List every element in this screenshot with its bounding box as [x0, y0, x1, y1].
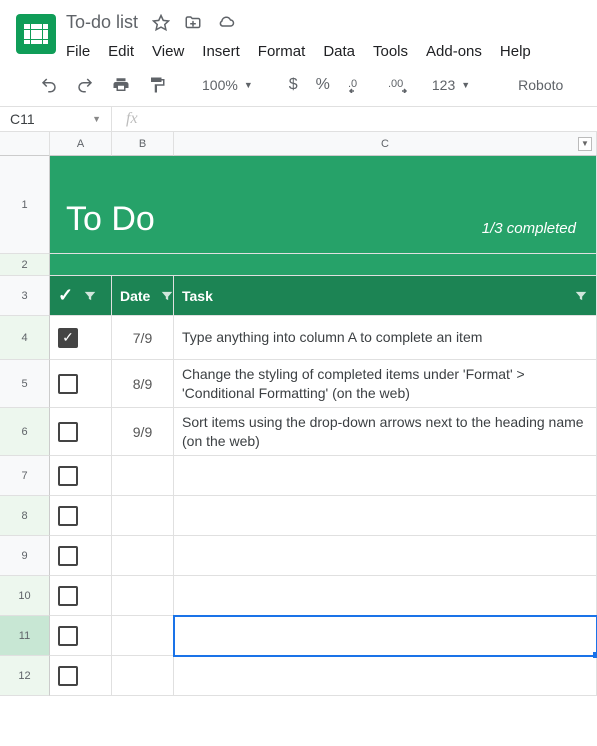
select-all-corner[interactable]	[0, 132, 50, 156]
col-header-c[interactable]: C▼	[174, 132, 597, 156]
empty-cell[interactable]	[112, 616, 174, 656]
empty-cell[interactable]	[112, 496, 174, 536]
empty-cell[interactable]	[174, 536, 597, 576]
heading-check[interactable]: ✓	[50, 276, 112, 316]
checkbox-icon[interactable]	[58, 546, 78, 566]
empty-cell[interactable]	[174, 456, 597, 496]
checkbox-icon[interactable]	[58, 506, 78, 526]
name-box[interactable]: C11▼	[0, 107, 112, 131]
checkbox-icon[interactable]	[58, 586, 78, 606]
row-header-8[interactable]: 8	[0, 496, 50, 536]
move-icon[interactable]	[184, 14, 202, 32]
menu-file[interactable]: File	[66, 43, 90, 60]
task-cell[interactable]: Change the styling of completed items un…	[174, 360, 597, 408]
star-icon[interactable]	[152, 14, 170, 32]
completed-count: 1/3 completed	[482, 220, 576, 237]
checkbox-cell[interactable]	[50, 456, 112, 496]
cloud-icon[interactable]	[216, 14, 236, 32]
increase-decimal-button[interactable]: .00	[382, 73, 420, 97]
formula-input[interactable]	[152, 107, 597, 131]
font-select[interactable]: Roboto▼	[500, 73, 597, 97]
checkbox-checked-icon[interactable]: ✓	[58, 328, 78, 348]
heading-date[interactable]: Date	[112, 276, 174, 316]
empty-cell[interactable]	[174, 496, 597, 536]
paint-format-button[interactable]	[142, 72, 172, 98]
menu-help[interactable]: Help	[500, 43, 531, 60]
empty-cell[interactable]	[112, 656, 174, 696]
empty-cell[interactable]	[112, 576, 174, 616]
fx-icon: fx	[112, 110, 152, 128]
undo-button[interactable]	[34, 72, 64, 98]
sheets-logo[interactable]	[16, 14, 56, 54]
row-header-3[interactable]: 3	[0, 276, 50, 316]
decrease-decimal-button[interactable]: .0	[342, 73, 376, 97]
filter-icon[interactable]	[574, 289, 588, 303]
menu-addons[interactable]: Add-ons	[426, 43, 482, 60]
checkbox-cell[interactable]	[50, 496, 112, 536]
checkbox-cell[interactable]: ✓	[50, 316, 112, 360]
checkbox-icon[interactable]	[58, 626, 78, 646]
redo-button[interactable]	[70, 72, 100, 98]
menu-edit[interactable]: Edit	[108, 43, 134, 60]
selected-cell[interactable]	[174, 616, 597, 656]
checkbox-icon[interactable]	[58, 466, 78, 486]
zoom-select[interactable]: 100%▼	[196, 73, 259, 97]
doc-title[interactable]: To-do list	[66, 12, 138, 33]
menu-tools[interactable]: Tools	[373, 43, 408, 60]
empty-cell[interactable]	[112, 536, 174, 576]
date-cell[interactable]: 8/9	[112, 360, 174, 408]
row-header-9[interactable]: 9	[0, 536, 50, 576]
checkbox-icon[interactable]	[58, 374, 78, 394]
svg-text:.00: .00	[388, 78, 403, 90]
filter-icon[interactable]	[83, 289, 97, 303]
filter-icon[interactable]	[160, 289, 174, 303]
date-cell[interactable]: 9/9	[112, 408, 174, 456]
task-cell[interactable]: Sort items using the drop-down arrows ne…	[174, 408, 597, 456]
menu-view[interactable]: View	[152, 43, 184, 60]
menu-format[interactable]: Format	[258, 43, 306, 60]
row-header-11[interactable]: 11	[0, 616, 50, 656]
row-header-7[interactable]: 7	[0, 456, 50, 496]
checkbox-cell[interactable]	[50, 360, 112, 408]
number-format-select[interactable]: 123▼	[426, 73, 476, 97]
menu-insert[interactable]: Insert	[202, 43, 240, 60]
row-header-5[interactable]: 5	[0, 360, 50, 408]
row-header-1[interactable]: 1	[0, 156, 50, 254]
svg-text:.0: .0	[348, 78, 357, 90]
todo-title: To Do	[66, 200, 155, 239]
col-header-b[interactable]: B	[112, 132, 174, 156]
checkbox-cell[interactable]	[50, 576, 112, 616]
empty-cell[interactable]	[174, 656, 597, 696]
empty-cell[interactable]	[112, 456, 174, 496]
todo-hero[interactable]: To Do 1/3 completed	[50, 156, 597, 254]
col-dropdown-icon[interactable]: ▼	[578, 137, 592, 151]
row-header-10[interactable]: 10	[0, 576, 50, 616]
checkbox-cell[interactable]	[50, 616, 112, 656]
row-header-2[interactable]: 2	[0, 254, 50, 276]
checkbox-icon[interactable]	[58, 422, 78, 442]
checkbox-cell[interactable]	[50, 656, 112, 696]
green-strip[interactable]	[50, 254, 597, 276]
col-header-a[interactable]: A	[50, 132, 112, 156]
menu-data[interactable]: Data	[323, 43, 355, 60]
date-cell[interactable]: 7/9	[112, 316, 174, 360]
heading-task[interactable]: Task	[174, 276, 597, 316]
currency-button[interactable]: $	[283, 72, 304, 98]
empty-cell[interactable]	[174, 576, 597, 616]
checkbox-cell[interactable]	[50, 536, 112, 576]
row-header-6[interactable]: 6	[0, 408, 50, 456]
row-header-4[interactable]: 4	[0, 316, 50, 360]
task-cell[interactable]: Type anything into column A to complete …	[174, 316, 597, 360]
percent-button[interactable]: %	[310, 72, 336, 98]
print-button[interactable]	[106, 72, 136, 98]
row-header-12[interactable]: 12	[0, 656, 50, 696]
checkbox-cell[interactable]	[50, 408, 112, 456]
checkbox-icon[interactable]	[58, 666, 78, 686]
